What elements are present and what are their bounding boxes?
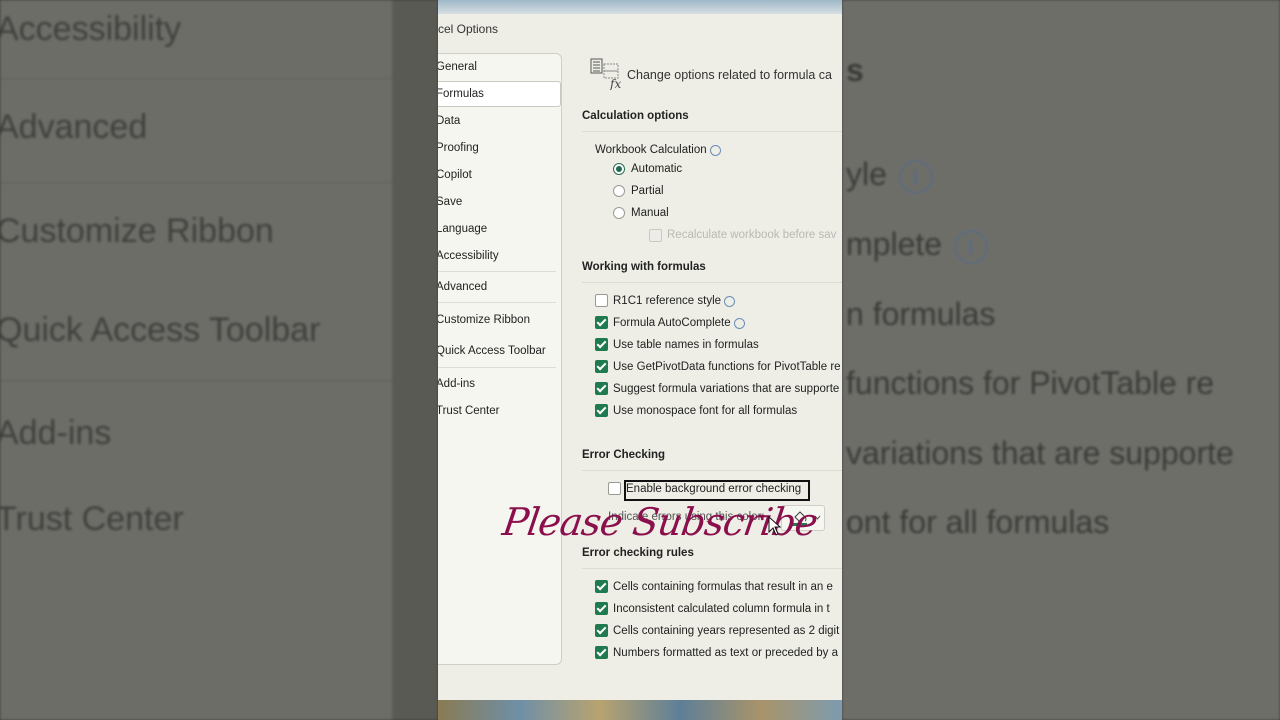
bg-item: Customize Ribbon: [0, 212, 274, 250]
section-divider: [582, 470, 842, 471]
bg-text: yle: [846, 156, 933, 194]
bg-item: Trust Center: [0, 500, 184, 538]
bg-item: Add-ins: [0, 414, 112, 452]
getpivotdata-checkbox[interactable]: [595, 360, 608, 373]
bg-text: ont for all formulas: [846, 504, 1110, 540]
bg-divider: [0, 380, 392, 381]
workbook-calculation-label: Workbook Calculation: [595, 144, 721, 156]
formula-autocomplete-label[interactable]: Formula AutoComplete: [613, 317, 745, 329]
bg-text: mplete: [846, 226, 989, 264]
info-icon[interactable]: [709, 145, 721, 156]
bg-text: n formulas: [846, 296, 996, 332]
formula-icon: fx: [590, 58, 621, 90]
bg-divider: [0, 182, 392, 183]
workbook-calculation-text: Workbook Calculation: [595, 144, 707, 156]
excel-options-dialog: cel Options General Formulas Data Proofi…: [438, 0, 842, 720]
radio-automatic[interactable]: [613, 163, 625, 175]
sidebar-item-add-ins[interactable]: Add-ins: [438, 372, 560, 396]
radio-manual-label[interactable]: Manual: [631, 207, 669, 219]
info-icon: [954, 229, 989, 264]
getpivotdata-label[interactable]: Use GetPivotData functions for PivotTabl…: [613, 361, 841, 373]
sidebar-separator: [438, 302, 556, 303]
sidebar-item-general[interactable]: General: [438, 55, 560, 79]
rule-two-digit-years-checkbox[interactable]: [595, 624, 608, 637]
rule-numbers-as-text-checkbox[interactable]: [595, 646, 608, 659]
section-divider: [582, 282, 842, 283]
rule-formula-error-checkbox[interactable]: [595, 580, 608, 593]
section-calculation-options: Calculation options: [582, 110, 689, 122]
suggest-variations-label[interactable]: Suggest formula variations that are supp…: [613, 383, 839, 395]
bg-text: functions for PivotTable re: [846, 365, 1215, 401]
background-left: Accessibility Advanced Customize Ribbon …: [0, 0, 438, 720]
rule-inconsistent-column-label[interactable]: Inconsistent calculated column formula i…: [613, 603, 830, 615]
section-error-checking-rules: Error checking rules: [582, 547, 694, 559]
table-names-label[interactable]: Use table names in formulas: [613, 339, 759, 351]
rule-inconsistent-column-checkbox[interactable]: [595, 602, 608, 615]
options-content: fx Change options related to formula ca …: [562, 0, 842, 720]
section-working-with-formulas: Working with formulas: [582, 261, 706, 273]
radio-partial[interactable]: [613, 185, 625, 197]
bg-item: Advanced: [0, 108, 148, 146]
sidebar-separator: [438, 367, 556, 368]
bg-item: Accessibility: [0, 10, 182, 48]
svg-text:fx: fx: [609, 77, 621, 90]
radio-automatic-label[interactable]: Automatic: [631, 163, 682, 175]
formula-autocomplete-checkbox[interactable]: [595, 316, 608, 329]
sidebar-item-copilot[interactable]: Copilot: [438, 163, 560, 187]
section-divider: [582, 568, 842, 569]
dialog-title: cel Options: [438, 22, 499, 36]
radio-partial-label[interactable]: Partial: [631, 185, 664, 197]
sidebar-item-proofing[interactable]: Proofing: [438, 136, 560, 160]
bg-text: variations that are supporte: [846, 435, 1234, 471]
bg-edge: [392, 0, 438, 720]
formula-autocomplete-text: Formula AutoComplete: [613, 317, 731, 329]
rule-two-digit-years-label[interactable]: Cells containing years represented as 2 …: [613, 625, 839, 637]
sidebar-item-advanced[interactable]: Advanced: [438, 275, 560, 299]
bg-title-fragment: s: [846, 52, 864, 88]
r1c1-checkbox[interactable]: [595, 294, 608, 307]
sidebar-item-customize-ribbon[interactable]: Customize Ribbon: [438, 308, 560, 332]
radio-manual[interactable]: [613, 207, 625, 219]
suggest-variations-checkbox[interactable]: [595, 382, 608, 395]
sidebar-item-trust-center[interactable]: Trust Center: [438, 399, 560, 423]
monospace-font-checkbox[interactable]: [595, 404, 608, 417]
bg-item: Quick Access Toolbar: [0, 311, 321, 349]
sidebar-item-language[interactable]: Language: [438, 217, 560, 241]
background-right: s yle mplete n formulas functions for Pi…: [842, 0, 1280, 720]
recalculate-label: Recalculate workbook before sav: [667, 229, 837, 241]
mouse-cursor-icon: [768, 516, 782, 536]
options-sidebar: General Formulas Data Proofing Copilot S…: [438, 53, 562, 665]
section-divider: [582, 131, 842, 132]
bg-content-panel: [842, 0, 1280, 720]
background-error-checking-label[interactable]: Enable background error checking: [626, 483, 801, 495]
section-error-checking: Error Checking: [582, 449, 666, 461]
background-error-checking-checkbox[interactable]: [608, 482, 621, 495]
sidebar-item-data[interactable]: Data: [438, 109, 560, 133]
recalculate-checkbox: [649, 229, 662, 242]
r1c1-text: R1C1 reference style: [613, 295, 722, 307]
page-header: Change options related to formula ca: [627, 68, 832, 82]
sidebar-item-quick-access-toolbar[interactable]: Quick Access Toolbar: [438, 339, 560, 363]
monospace-font-label[interactable]: Use monospace font for all formulas: [613, 405, 797, 417]
info-icon[interactable]: [733, 318, 745, 329]
info-icon: [898, 159, 933, 194]
sidebar-item-formulas[interactable]: Formulas: [438, 81, 561, 107]
desktop-wallpaper-strip: [438, 700, 842, 720]
table-names-checkbox[interactable]: [595, 338, 608, 351]
r1c1-label[interactable]: R1C1 reference style: [613, 295, 736, 307]
info-icon[interactable]: [724, 296, 736, 307]
bg-divider: [0, 78, 392, 79]
bg-text-label: mplete: [846, 226, 943, 262]
rule-numbers-as-text-label[interactable]: Numbers formatted as text or preceded by…: [613, 647, 838, 659]
sidebar-item-save[interactable]: Save: [438, 190, 560, 214]
rule-formula-error-label[interactable]: Cells containing formulas that result in…: [613, 581, 833, 593]
bg-text-label: yle: [846, 156, 887, 192]
sidebar-item-accessibility[interactable]: Accessibility: [438, 244, 560, 268]
sidebar-separator: [438, 271, 556, 272]
